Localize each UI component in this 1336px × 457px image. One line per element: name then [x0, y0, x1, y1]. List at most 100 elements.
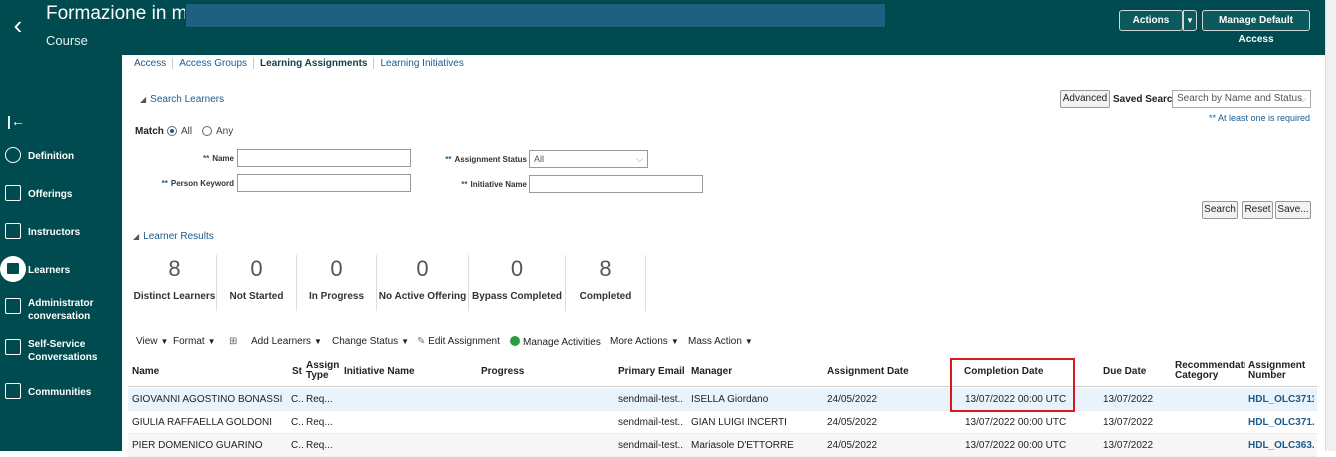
more-actions-menu[interactable]: More Actions ▼: [610, 336, 679, 347]
match-any-radio[interactable]: [202, 126, 212, 136]
cell-manager: ISELLA Giordano: [691, 394, 769, 405]
sidebar-item-label: Offerings: [28, 189, 73, 200]
change-status-menu[interactable]: Change Status ▼: [332, 336, 409, 347]
cell-name[interactable]: PIER DOMENICO GUARINO: [132, 440, 263, 451]
manage-activities-button[interactable]: Manage Activities: [510, 336, 601, 348]
assignment-status-label: ** Assignment Status: [445, 155, 527, 164]
sidebar-item-self-service-conversations[interactable]: Self-Service Conversations: [0, 334, 122, 364]
tab-learning-initiatives[interactable]: Learning Initiatives: [374, 58, 469, 69]
match-any-label: Any: [216, 126, 234, 137]
metric-distinct-learners[interactable]: 8 Distinct Learners: [133, 255, 217, 311]
mass-action-menu[interactable]: Mass Action ▼: [688, 336, 753, 347]
col-due-date[interactable]: Due Date: [1103, 366, 1163, 377]
freeze-icon[interactable]: ⊞: [229, 336, 237, 347]
person-keyword-label: ** Person Keyword: [161, 179, 234, 188]
page-title: Formazione in m: [46, 3, 188, 24]
back-icon[interactable]: ‹: [8, 10, 28, 40]
table-header: Name St Assignr Type Initiative Name Prog…: [128, 356, 1317, 387]
check-circle-icon: [510, 336, 520, 346]
learner-results-header[interactable]: ◢ Learner Results: [133, 231, 214, 242]
actions-button[interactable]: Actions: [1119, 10, 1183, 31]
tab-learning-assignments[interactable]: Learning Assignments: [254, 58, 375, 69]
cell-assignment-number-link[interactable]: HDL_OLC371...: [1248, 417, 1314, 428]
saved-search-select[interactable]: Search by Name and Status ⌵: [1172, 90, 1311, 108]
metric-in-progress[interactable]: 0 In Progress: [297, 255, 377, 311]
name-label: ** Name: [202, 154, 234, 163]
col-status[interactable]: St: [292, 366, 304, 377]
cell-assignment-number-link[interactable]: HDL_OLC3711...: [1248, 394, 1314, 405]
sidebar-item-definition[interactable]: Definition: [0, 142, 122, 172]
view-menu[interactable]: View ▼: [136, 336, 168, 347]
collapse-sidebar-icon[interactable]: |←: [7, 113, 25, 129]
save-button[interactable]: Save...: [1275, 201, 1311, 219]
cell-manager: Mariasole D'ETTORRE: [691, 440, 794, 451]
sidebar-item-label: Self-Service Conversations: [28, 339, 98, 363]
advanced-button[interactable]: Advanced: [1060, 90, 1110, 108]
gears-icon: [5, 147, 21, 163]
person-keyword-input[interactable]: [237, 174, 411, 192]
sidebar-item-label: Communities: [28, 387, 92, 398]
match-all-label: All: [181, 126, 193, 137]
table-row[interactable]: GIULIA RAFFAELLA GOLDONI C.. Req... send…: [128, 411, 1317, 434]
table-row[interactable]: PIER DOMENICO GUARINO C.. Req... sendmai…: [128, 434, 1317, 457]
manage-default-access-button[interactable]: Manage Default Access: [1202, 10, 1310, 45]
edit-assignment-button[interactable]: ✎ Edit Assignment: [417, 336, 500, 347]
metric-bypass-completed[interactable]: 0 Bypass Completed: [469, 255, 566, 311]
redacted-title-block: [185, 3, 886, 28]
metric-completed[interactable]: 8 Completed: [566, 255, 646, 311]
cell-name[interactable]: GIOVANNI AGOSTINO BONASSI: [132, 394, 282, 405]
sidebar-item-offerings[interactable]: Offerings: [0, 180, 122, 210]
tab-access-groups[interactable]: Access Groups: [173, 58, 255, 69]
initiative-name-input[interactable]: [529, 175, 703, 193]
sidebar-item-instructors[interactable]: Instructors: [0, 218, 122, 248]
metric-not-started[interactable]: 0 Not Started: [217, 255, 297, 311]
chevron-down-icon: ⌵: [636, 154, 643, 164]
list-icon: [5, 223, 21, 239]
add-learners-menu[interactable]: Add Learners ▼: [251, 336, 322, 347]
cell-email: sendmail-test...: [618, 417, 684, 428]
cell-due-date: 13/07/2022: [1103, 440, 1154, 451]
cell-due-date: 13/07/2022: [1103, 417, 1154, 428]
search-learners-header[interactable]: ◢ Search Learners: [140, 94, 224, 105]
table-row[interactable]: GIOVANNI AGOSTINO BONASSI C.. Req... sen…: [128, 388, 1317, 411]
main-content: Access Access Groups Learning Assignments L…: [122, 55, 1325, 457]
cell-manager: GIAN LUIGI INCERTI: [691, 417, 787, 428]
cell-completion-date: 13/07/2022 00:00 UTC: [965, 440, 1067, 451]
col-assignment-type[interactable]: Assignr Type: [306, 361, 340, 381]
cell-assignment-number-link[interactable]: HDL_OLC363...: [1248, 440, 1314, 451]
col-name[interactable]: Name: [132, 366, 282, 377]
tab-access[interactable]: Access: [128, 58, 174, 69]
books-icon: [5, 185, 21, 201]
col-assignment-date[interactable]: Assignment Date: [827, 366, 937, 377]
sidebar-item-communities[interactable]: Communities: [0, 378, 122, 408]
collapse-triangle-icon: ◢: [140, 95, 147, 104]
cell-status: C..: [291, 394, 304, 405]
col-assignment-number[interactable]: Assignment Number: [1248, 361, 1312, 381]
assignment-status-select[interactable]: All ⌵: [529, 150, 648, 168]
metric-no-active-offering[interactable]: 0 No Active Offering: [377, 255, 469, 311]
match-all-radio[interactable]: [167, 126, 177, 136]
highlight-box: [950, 358, 1075, 412]
cell-name[interactable]: GIULIA RAFFAELLA GOLDONI: [132, 417, 272, 428]
cell-assignment-date: 24/05/2022: [827, 440, 878, 451]
search-button[interactable]: Search: [1202, 201, 1238, 219]
reset-button[interactable]: Reset: [1242, 201, 1273, 219]
vertical-scrollbar[interactable]: [1325, 0, 1336, 451]
sidebar-item-learners[interactable]: Learners: [0, 256, 122, 286]
sidebar: |← Definition Offerings Instructors Lear…: [0, 55, 122, 451]
col-recommendation-category[interactable]: Recommendatic Category: [1175, 361, 1245, 381]
col-primary-email[interactable]: Primary Email: [618, 366, 688, 377]
chat-icon: [5, 339, 21, 355]
cell-completion-date: 13/07/2022 00:00 UTC: [965, 417, 1067, 428]
col-initiative-name[interactable]: Initiative Name: [344, 366, 464, 377]
name-input[interactable]: [237, 149, 411, 167]
sidebar-item-administrator-conversation[interactable]: Administrator conversation: [0, 293, 122, 323]
cell-type: Req...: [306, 394, 333, 405]
sidebar-item-label: Instructors: [28, 227, 81, 238]
col-manager[interactable]: Manager: [691, 366, 791, 377]
cell-type: Req...: [306, 417, 333, 428]
col-progress[interactable]: Progress: [481, 366, 581, 377]
actions-dropdown-icon[interactable]: ▼: [1183, 10, 1197, 31]
cell-assignment-date: 24/05/2022: [827, 417, 878, 428]
format-menu[interactable]: Format ▼: [173, 336, 216, 347]
